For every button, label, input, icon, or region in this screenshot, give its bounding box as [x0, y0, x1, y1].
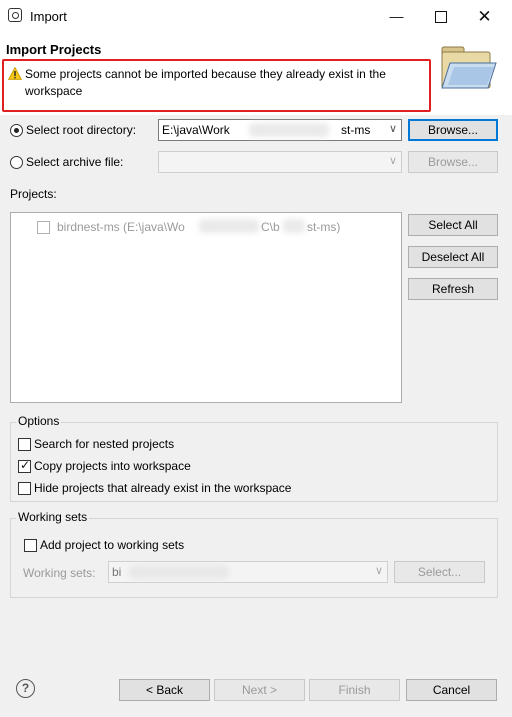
- copy-projects-checkbox[interactable]: [18, 458, 31, 473]
- add-to-working-sets-checkbox[interactable]: [24, 539, 37, 552]
- copy-projects-label: Copy projects into workspace: [34, 459, 191, 473]
- select-root-directory-label: Select root directory:: [26, 123, 137, 137]
- wizard-content: [0, 115, 512, 717]
- wizard-header: Import Projects Some projects cannot be …: [0, 33, 512, 148]
- deselect-all-button[interactable]: Deselect All: [408, 246, 498, 268]
- working-sets-combo[interactable]: bi ∨: [108, 561, 388, 583]
- select-working-sets-button[interactable]: Select...: [394, 561, 485, 583]
- warning-message: Some projects cannot be imported because…: [25, 67, 386, 98]
- redacted-region: [199, 219, 259, 233]
- project-name-end: st-ms): [307, 220, 341, 234]
- archive-file-combo[interactable]: ∨: [158, 151, 402, 173]
- page-title: Import Projects: [6, 42, 102, 57]
- next-button[interactable]: Next >: [214, 679, 305, 701]
- project-name: birdnest-ms (E:\java\Wo: [57, 220, 185, 234]
- working-sets-label: Working sets:: [23, 566, 96, 580]
- add-to-working-sets-label: Add project to working sets: [40, 538, 185, 552]
- project-name-middle: C\b: [261, 220, 280, 234]
- hide-existing-label: Hide projects that already exist in the …: [34, 481, 292, 495]
- select-all-button[interactable]: Select All: [408, 214, 498, 236]
- select-archive-file-radio[interactable]: [10, 156, 23, 169]
- root-directory-value-tail: st-ms: [341, 123, 371, 137]
- cancel-button[interactable]: Cancel: [406, 679, 497, 701]
- maximize-icon[interactable]: [418, 0, 463, 33]
- hide-existing-checkbox[interactable]: [18, 482, 31, 495]
- list-item[interactable]: birdnest-ms (E:\java\Wo C\b st-ms): [11, 216, 401, 236]
- chevron-down-icon[interactable]: ∨: [375, 564, 383, 577]
- warning-icon: [8, 67, 22, 80]
- redacted-region: [249, 123, 329, 137]
- help-icon[interactable]: ?: [16, 679, 35, 698]
- select-root-directory-radio[interactable]: [10, 124, 23, 137]
- search-nested-label: Search for nested projects: [34, 437, 175, 451]
- eclipse-app-icon: [8, 8, 22, 22]
- working-sets-group-title: Working sets: [16, 510, 90, 524]
- title-bar: Import — ✕: [0, 0, 512, 33]
- search-nested-checkbox[interactable]: [18, 438, 31, 451]
- chevron-down-icon[interactable]: ∨: [389, 122, 397, 135]
- folder-banner-icon: [441, 46, 497, 89]
- chevron-down-icon[interactable]: ∨: [389, 154, 397, 167]
- redacted-region: [129, 565, 229, 579]
- projects-label: Projects:: [10, 187, 57, 201]
- browse-archive-button[interactable]: Browse...: [408, 151, 498, 173]
- projects-list[interactable]: birdnest-ms (E:\java\Wo C\b st-ms): [10, 212, 402, 403]
- refresh-button[interactable]: Refresh: [408, 278, 498, 300]
- root-directory-combo[interactable]: E:\java\Work st-ms ∨: [158, 119, 402, 141]
- redacted-region: [283, 219, 305, 233]
- root-directory-value: E:\java\Work: [162, 123, 230, 137]
- select-archive-file-label: Select archive file:: [26, 155, 124, 169]
- working-sets-value: bi: [112, 565, 122, 579]
- window-title: Import: [30, 9, 67, 24]
- close-icon[interactable]: ✕: [462, 0, 507, 33]
- project-checkbox[interactable]: [37, 221, 50, 234]
- finish-button[interactable]: Finish: [309, 679, 400, 701]
- back-button[interactable]: < Back: [119, 679, 210, 701]
- browse-root-button[interactable]: Browse...: [408, 119, 498, 141]
- minimize-icon[interactable]: —: [374, 0, 419, 33]
- working-sets-group: [10, 518, 498, 598]
- options-group-title: Options: [16, 414, 62, 428]
